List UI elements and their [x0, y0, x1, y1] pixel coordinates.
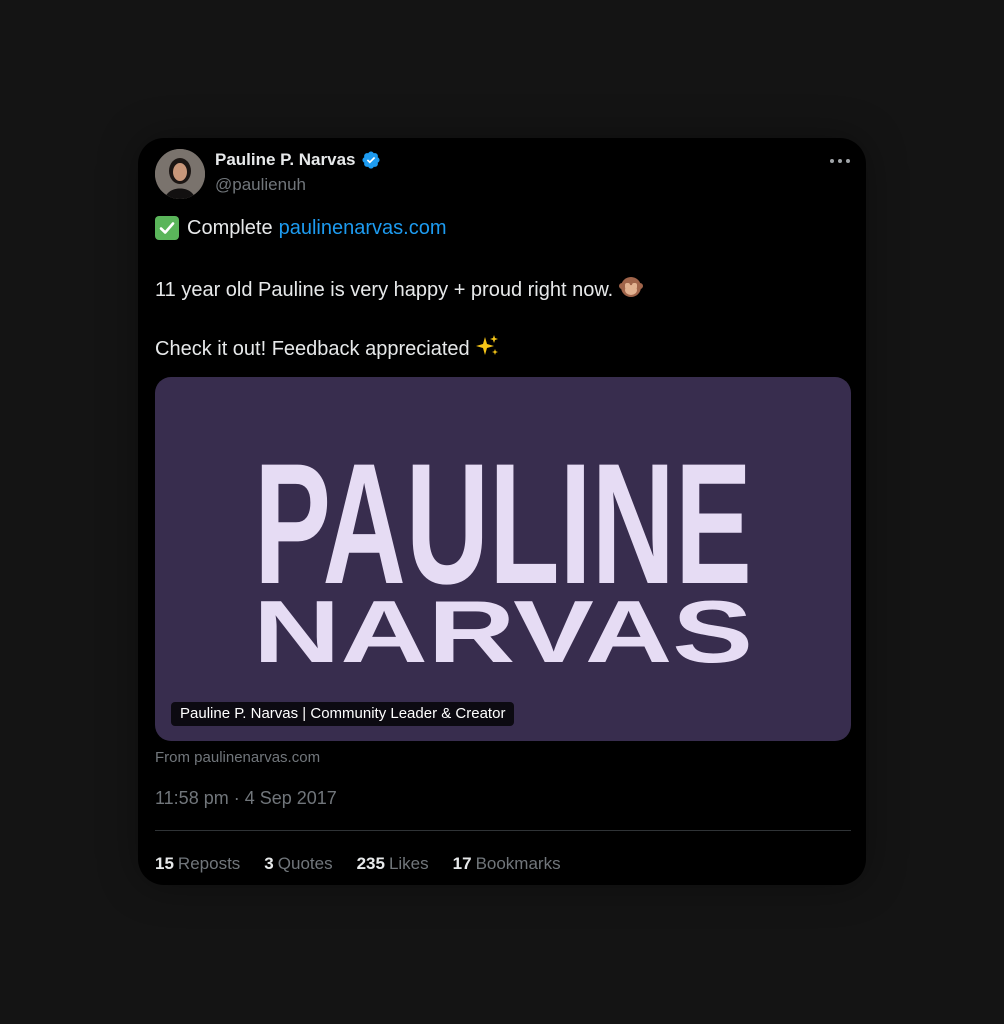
tweet-text-line-2: 11 year old Pauline is very happy + prou…: [155, 275, 644, 305]
link-card-image[interactable]: PAULINE NARVAS Pauline P. Narvas | Commu…: [155, 377, 851, 741]
stat-likes[interactable]: 235 Likes: [357, 854, 429, 874]
divider: [155, 830, 851, 831]
avatar-photo: [155, 149, 205, 199]
check-mark-emoji-icon: [155, 216, 179, 240]
dot: [846, 159, 850, 163]
stat-label: Reposts: [177, 854, 241, 873]
dot: [830, 159, 834, 163]
link-card-title: Pauline P. Narvas | Community Leader & C…: [171, 702, 515, 726]
stat-label: Bookmarks: [475, 854, 561, 873]
tweet-text-line-1: Complete paulinenarvas.com: [155, 216, 446, 240]
tweet-text-prefix: Complete: [187, 216, 273, 239]
tweet-card: Pauline P. Narvas @paulienuh Complete pa…: [138, 138, 866, 885]
stat-count: 235: [356, 854, 385, 873]
website-link[interactable]: paulinenarvas.com: [279, 217, 447, 240]
sparkles-emoji-icon: [475, 334, 500, 364]
stat-count: 15: [155, 854, 174, 873]
stat-bookmarks[interactable]: 17 Bookmarks: [453, 854, 561, 874]
stat-reposts[interactable]: 15 Reposts: [155, 854, 240, 874]
more-options-icon[interactable]: [830, 154, 850, 168]
stat-label: Quotes: [277, 854, 333, 873]
pauline-narvas-logo: PAULINE NARVAS: [253, 429, 753, 681]
tweet-stats: 15 Reposts 3 Quotes 235 Likes 17 Bookmarks: [155, 854, 585, 874]
see-no-evil-monkey-emoji-icon: [619, 275, 644, 305]
author-handle[interactable]: @paulienuh: [215, 175, 306, 195]
verified-badge-icon: [361, 151, 380, 169]
stat-quotes[interactable]: 3 Quotes: [264, 854, 332, 874]
author-name-text: Pauline P. Narvas: [215, 150, 356, 169]
author-name[interactable]: Pauline P. Narvas: [215, 150, 381, 170]
stat-count: 3: [264, 854, 274, 873]
stat-count: 17: [452, 854, 472, 873]
tweet-text-line-3: Check it out! Feedback appreciated: [155, 334, 500, 364]
tweet-text: 11 year old Pauline is very happy + prou…: [155, 278, 614, 301]
stat-label: Likes: [388, 854, 429, 873]
tweet-timestamp[interactable]: 11:58 pm · 4 Sep 2017: [155, 788, 337, 809]
logo-line-2: NARVAS: [253, 582, 753, 681]
link-source[interactable]: From paulinenarvas.com: [155, 749, 320, 766]
avatar[interactable]: [155, 149, 205, 199]
tweet-text: Check it out! Feedback appreciated: [155, 337, 470, 360]
dot: [838, 159, 842, 163]
